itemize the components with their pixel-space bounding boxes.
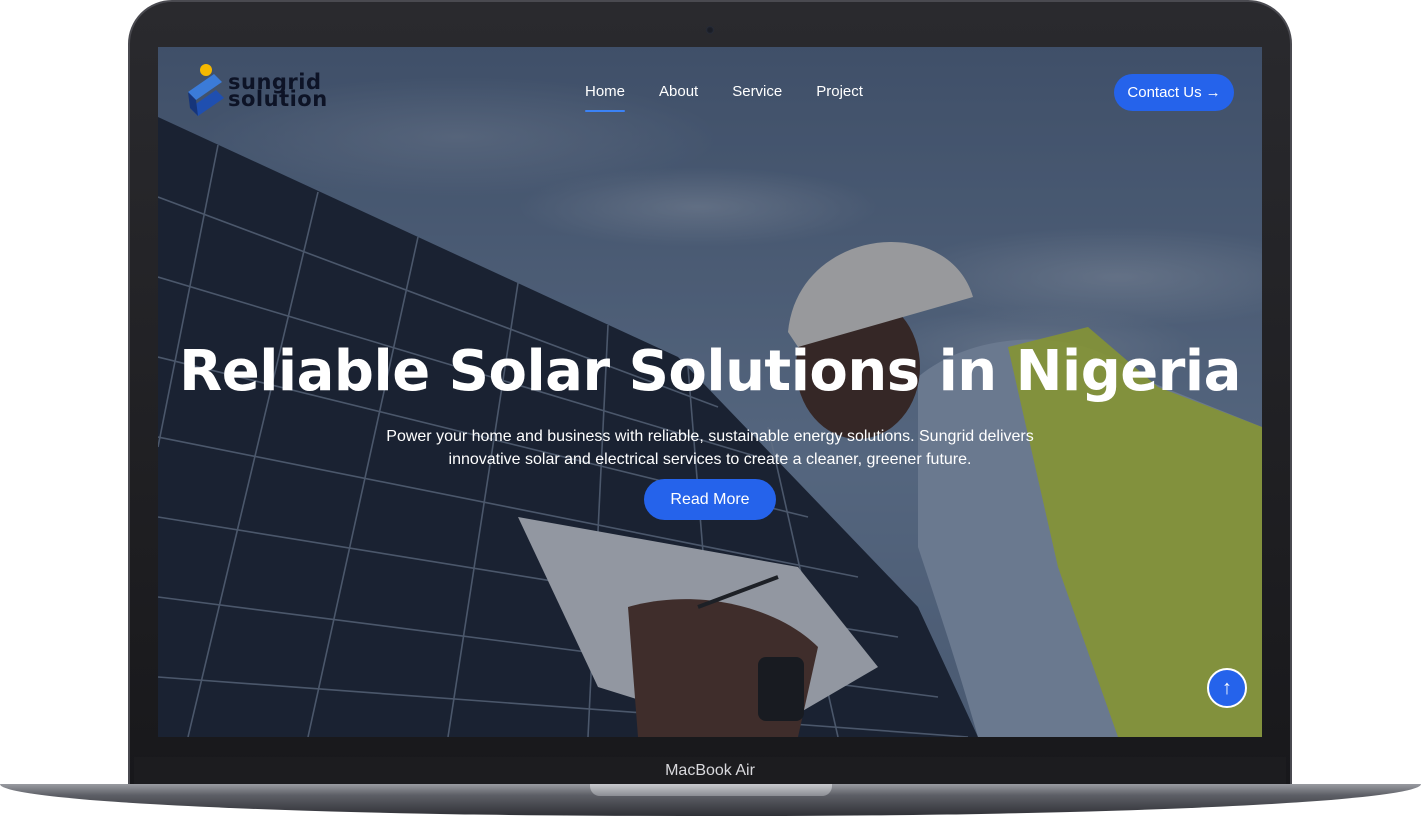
brand-name: sungrid solution — [228, 72, 328, 111]
arrow-up-icon: ↑ — [1222, 676, 1232, 699]
main-nav: Home About Service Project — [585, 83, 863, 112]
contact-us-button[interactable]: Contact Us → — [1114, 74, 1234, 111]
nav-item-project[interactable]: Project — [816, 83, 863, 100]
scroll-to-top-button[interactable]: ↑ — [1207, 668, 1247, 708]
contact-us-label: Contact Us — [1127, 84, 1202, 101]
website-screen: sungrid solution Home About Service Proj… — [158, 47, 1262, 737]
brand-logo[interactable]: sungrid solution — [184, 62, 328, 120]
sungrid-logo-icon — [188, 64, 224, 116]
hero-title: Reliable Solar Solutions in Nigeria — [179, 339, 1241, 404]
hero-subtitle: Power your home and business with reliab… — [386, 428, 1034, 468]
device-mockup: sungrid solution Home About Service Proj… — [0, 0, 1421, 816]
nav-item-home[interactable]: Home — [585, 83, 626, 112]
arrow-right-icon: → — [1205, 84, 1221, 101]
laptop-chin: MacBook Air — [134, 757, 1286, 785]
nav-item-service[interactable]: Service — [732, 83, 782, 100]
site-header: sungrid solution Home About Service Proj… — [158, 47, 1262, 137]
nav-item-about[interactable]: About — [659, 83, 698, 100]
device-label: MacBook Air — [665, 762, 755, 779]
read-more-button[interactable]: Read More — [644, 479, 776, 520]
camera-icon — [706, 26, 714, 34]
brand-line-2: solution — [228, 87, 328, 111]
laptop-hinge-notch — [590, 784, 832, 796]
